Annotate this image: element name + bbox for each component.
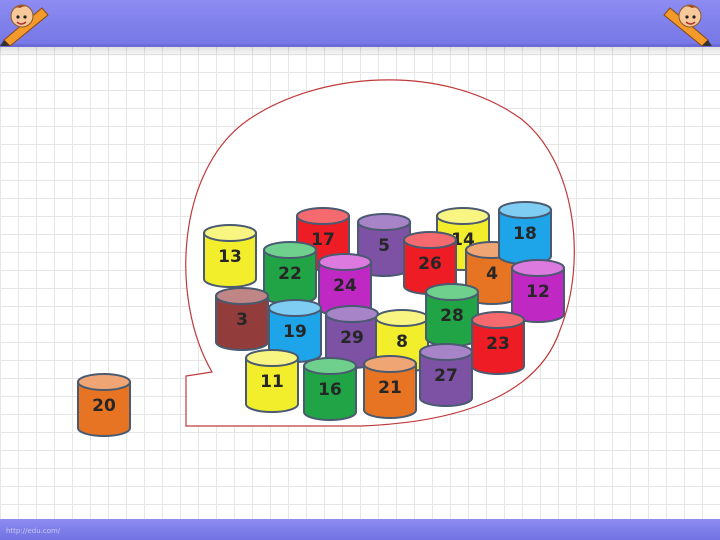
drum-number: 28	[440, 306, 464, 326]
drum-number: 4	[486, 264, 498, 284]
drum-number: 29	[340, 328, 364, 348]
drum-12[interactable]: 12	[511, 259, 565, 323]
drum-number: 21	[378, 378, 402, 398]
drum-lid	[263, 241, 317, 259]
drum-13[interactable]: 13	[203, 224, 257, 288]
drum-lid	[471, 311, 525, 329]
drum-number: 11	[260, 372, 284, 392]
drum-number: 16	[318, 380, 342, 400]
drum-18[interactable]: 18	[498, 201, 552, 265]
drum-lid	[325, 305, 379, 323]
drum-lid	[203, 224, 257, 242]
drum-28[interactable]: 28	[425, 283, 479, 347]
drum-lid	[357, 213, 411, 231]
drum-number: 23	[486, 334, 510, 354]
drum-number: 5	[378, 236, 390, 256]
drum-lid	[318, 253, 372, 271]
drum-number: 13	[218, 247, 242, 267]
drum-3[interactable]: 3	[215, 287, 269, 351]
drum-number: 24	[333, 276, 357, 296]
drum-number: 20	[92, 396, 116, 416]
drum-number: 8	[396, 332, 408, 352]
drum-lid	[375, 309, 429, 327]
drum-23[interactable]: 23	[471, 311, 525, 375]
drum-lid	[268, 299, 322, 317]
footer-url: http://edu.com/	[6, 527, 61, 535]
footer-bar	[0, 519, 720, 540]
drum-lid	[245, 349, 299, 367]
stage: 17 5 1413222426 41812319 29 8282311 16 2127 20	[77, 79, 575, 437]
drum-number: 12	[526, 282, 550, 302]
drum-lid	[77, 373, 131, 391]
drum-number: 26	[418, 254, 442, 274]
drum-lid	[419, 343, 473, 361]
drum-lid	[296, 207, 350, 225]
drum-lid	[498, 201, 552, 219]
drum-lid	[436, 207, 490, 225]
drum-27[interactable]: 27	[419, 343, 473, 407]
drum-lid	[215, 287, 269, 305]
drum-lid	[303, 357, 357, 375]
drum-lid	[511, 259, 565, 277]
drum-number: 3	[236, 310, 248, 330]
drum-16[interactable]: 16	[303, 357, 357, 421]
drum-number: 18	[513, 224, 537, 244]
drum-number: 27	[434, 366, 458, 386]
drum-number: 22	[278, 264, 302, 284]
drum-20[interactable]: 20	[77, 373, 131, 437]
drum-11[interactable]: 11	[245, 349, 299, 413]
loose-drum: 20	[77, 373, 131, 437]
drum-lid	[425, 283, 479, 301]
drum-lid	[403, 231, 457, 249]
drum-22[interactable]: 22	[263, 241, 317, 305]
drum-lid	[363, 355, 417, 373]
drum-21[interactable]: 21	[363, 355, 417, 419]
drum-number: 19	[283, 322, 307, 342]
